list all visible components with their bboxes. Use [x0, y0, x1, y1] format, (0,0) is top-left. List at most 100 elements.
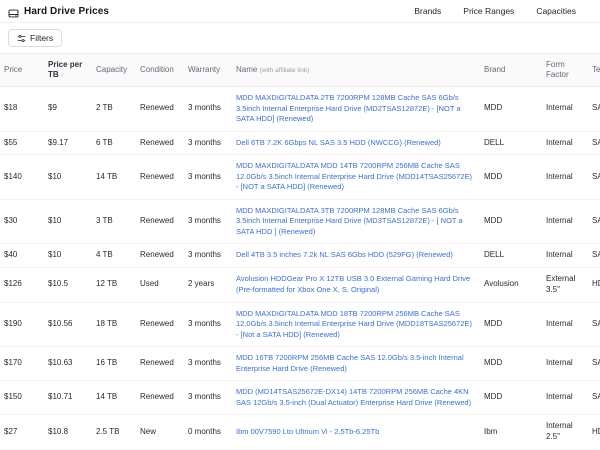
brand-cell: MDD — [480, 302, 542, 347]
column-header-brand[interactable]: Brand — [480, 53, 542, 87]
product-link[interactable]: Ibm 00V7590 Lto Ultrium Vi - 2.5Tb-6.25T… — [236, 427, 476, 438]
column-header-technology[interactable]: Technology — [588, 53, 600, 87]
name-cell: MDD MAXDIGITALDATA MDD 14TB 7200RPM 256M… — [232, 155, 480, 200]
warranty-cell: 2 years — [184, 268, 232, 303]
table-header: Price Price per TB ↑ Capacity Condition … — [0, 53, 600, 87]
affiliate-note: (with affiliate link) — [260, 67, 310, 74]
page-title: Hard Drive Prices — [24, 6, 109, 17]
column-header-price-per-tb[interactable]: Price per TB ↑ — [44, 53, 92, 87]
warranty-cell: 3 months — [184, 199, 232, 244]
filter-toolbar: Filters — [0, 23, 600, 53]
brand-cell: Avolusion — [480, 268, 542, 303]
technology-cell: HDD — [588, 415, 600, 450]
form-factor-cell: Internal — [542, 155, 588, 200]
form-factor-cell: Internal — [542, 199, 588, 244]
price-per-tb-cell: $10 — [44, 155, 92, 200]
technology-cell: SAS — [588, 131, 600, 155]
price-per-tb-cell: $10.5 — [44, 268, 92, 303]
condition-cell: Renewed — [136, 347, 184, 381]
name-cell: Dell 6TB 7.2K 6Gbps NL SAS 3.5 HDD (NWCC… — [232, 131, 480, 155]
price-cell: $190 — [0, 302, 44, 347]
product-link[interactable]: MDD MAXDIGITALDATA 3TB 7200RPM 128MB Cac… — [236, 206, 476, 238]
product-link[interactable]: MDD (MD14TSAS25672E-DX14) 14TB 7200RPM 2… — [236, 387, 476, 408]
name-cell: MDD 16TB 7200RPM 256MB Cache SAS 12.0Gb/… — [232, 347, 480, 381]
price-table: Price Price per TB ↑ Capacity Condition … — [0, 53, 600, 450]
column-header-price[interactable]: Price — [0, 53, 44, 87]
name-cell: Avolusion HDDGear Pro X 12TB USB 3.0 Ext… — [232, 268, 480, 303]
warranty-cell: 3 months — [184, 347, 232, 381]
condition-cell: Renewed — [136, 155, 184, 200]
brand-cell: DELL — [480, 244, 542, 268]
form-factor-cell: Internal — [542, 302, 588, 347]
product-link[interactable]: MDD MAXDIGITALDATA MDD 14TB 7200RPM 256M… — [236, 161, 476, 193]
capacity-cell: 2 TB — [92, 87, 136, 132]
product-link[interactable]: Avolusion HDDGear Pro X 12TB USB 3.0 Ext… — [236, 274, 476, 295]
nav-item-price-ranges[interactable]: Price Ranges — [463, 6, 514, 16]
technology-cell: SAS — [588, 244, 600, 268]
price-cell: $126 — [0, 268, 44, 303]
condition-cell: Renewed — [136, 131, 184, 155]
column-header-name[interactable]: Name (with affiliate link) — [232, 53, 480, 87]
capacity-cell: 18 TB — [92, 302, 136, 347]
brand-cell: MDD — [480, 381, 542, 415]
price-per-tb-cell: $10.8 — [44, 415, 92, 450]
top-nav: Brands Price Ranges Capacities — [414, 6, 576, 16]
price-cell: $18 — [0, 87, 44, 132]
filters-button[interactable]: Filters — [8, 29, 62, 47]
column-header-condition[interactable]: Condition — [136, 53, 184, 87]
condition-cell: Renewed — [136, 244, 184, 268]
name-cell: Dell 4TB 3.5 inches 7.2k NL SAS 6Gbs HDD… — [232, 244, 480, 268]
technology-cell: SAS — [588, 302, 600, 347]
brand-cell: DELL — [480, 131, 542, 155]
hard-drive-icon — [8, 6, 19, 17]
product-link[interactable]: MDD MAXDIGITALDATA 2TB 7200RPM 128MB Cac… — [236, 93, 476, 125]
price-cell: $150 — [0, 381, 44, 415]
table-row: $40 $10 4 TB Renewed 3 months Dell 4TB 3… — [0, 244, 600, 268]
table-row: $150 $10.71 14 TB Renewed 3 months MDD (… — [0, 381, 600, 415]
form-factor-cell: Internal — [542, 381, 588, 415]
sliders-icon — [17, 34, 26, 43]
table-row: $18 $9 2 TB Renewed 3 months MDD MAXDIGI… — [0, 87, 600, 132]
site-brand: Hard Drive Prices — [8, 6, 109, 17]
product-link[interactable]: MDD MAXDIGITALDATA MDD 18TB 7200RPM 256M… — [236, 309, 476, 341]
capacity-cell: 16 TB — [92, 347, 136, 381]
price-cell: $40 — [0, 244, 44, 268]
price-per-tb-cell: $9 — [44, 87, 92, 132]
name-cell: MDD MAXDIGITALDATA 3TB 7200RPM 128MB Cac… — [232, 199, 480, 244]
filters-button-label: Filters — [30, 33, 53, 43]
name-cell: Ibm 00V7590 Lto Ultrium Vi - 2.5Tb-6.25T… — [232, 415, 480, 450]
brand-cell: MDD — [480, 199, 542, 244]
form-factor-cell: Internal — [542, 87, 588, 132]
price-cell: $27 — [0, 415, 44, 450]
price-per-tb-cell: $10.56 — [44, 302, 92, 347]
name-cell: MDD (MD14TSAS25672E-DX14) 14TB 7200RPM 2… — [232, 381, 480, 415]
technology-cell: SAS — [588, 199, 600, 244]
capacity-cell: 2.5 TB — [92, 415, 136, 450]
capacity-cell: 4 TB — [92, 244, 136, 268]
column-header-capacity[interactable]: Capacity — [92, 53, 136, 87]
technology-cell: SAS — [588, 155, 600, 200]
brand-cell: MDD — [480, 87, 542, 132]
column-header-warranty[interactable]: Warranty — [184, 53, 232, 87]
condition-cell: Used — [136, 268, 184, 303]
capacity-cell: 14 TB — [92, 381, 136, 415]
warranty-cell: 0 months — [184, 415, 232, 450]
condition-cell: New — [136, 415, 184, 450]
warranty-cell: 3 months — [184, 244, 232, 268]
column-header-form-factor[interactable]: Form Factor — [542, 53, 588, 87]
product-link[interactable]: Dell 6TB 7.2K 6Gbps NL SAS 3.5 HDD (NWCC… — [236, 138, 476, 149]
product-link[interactable]: MDD 16TB 7200RPM 256MB Cache SAS 12.0Gb/… — [236, 353, 476, 374]
price-cell: $55 — [0, 131, 44, 155]
capacity-cell: 3 TB — [92, 199, 136, 244]
condition-cell: Renewed — [136, 87, 184, 132]
price-cell: $170 — [0, 347, 44, 381]
table-row: $126 $10.5 12 TB Used 2 years Avolusion … — [0, 268, 600, 303]
capacity-cell: 12 TB — [92, 268, 136, 303]
form-factor-cell: Internal — [542, 347, 588, 381]
product-link[interactable]: Dell 4TB 3.5 inches 7.2k NL SAS 6Gbs HDD… — [236, 250, 476, 261]
form-factor-cell: Internal — [542, 244, 588, 268]
name-cell: MDD MAXDIGITALDATA MDD 18TB 7200RPM 256M… — [232, 302, 480, 347]
nav-item-brands[interactable]: Brands — [414, 6, 441, 16]
nav-item-capacities[interactable]: Capacities — [536, 6, 576, 16]
technology-cell: SAS — [588, 381, 600, 415]
